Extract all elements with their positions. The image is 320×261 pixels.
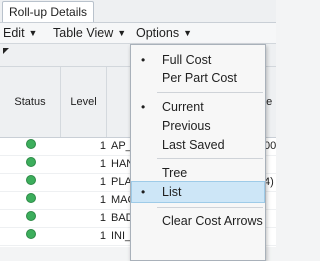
status-ok-icon bbox=[26, 192, 40, 209]
radio-bullet-icon: • bbox=[141, 185, 146, 199]
menu-item-label: Current bbox=[162, 100, 204, 114]
menu-item-label: Previous bbox=[162, 119, 211, 133]
level-cell: 1 bbox=[99, 176, 106, 188]
menu-edit[interactable]: Edit ▼ bbox=[3, 23, 37, 43]
radio-bullet-icon: • bbox=[141, 53, 146, 67]
chevron-down-icon: ▼ bbox=[117, 28, 127, 38]
menu-separator bbox=[157, 207, 263, 208]
menu-table-view-label: Table View bbox=[53, 26, 114, 40]
menu-item-tree[interactable]: Tree bbox=[132, 163, 264, 183]
menu-options-label: Options bbox=[136, 26, 180, 40]
menu-separator bbox=[157, 92, 263, 93]
menu-item-label: Full Cost bbox=[162, 53, 212, 67]
menu-item-label: List bbox=[162, 185, 182, 199]
level-cell: 1 bbox=[99, 212, 106, 224]
level-cell: 1 bbox=[99, 158, 106, 170]
column-header-level[interactable]: Level bbox=[61, 67, 107, 137]
level-cell: 1 bbox=[99, 194, 106, 206]
status-ok-icon bbox=[26, 138, 40, 155]
menu-item-per-part-cost[interactable]: Per Part Cost bbox=[132, 68, 264, 88]
chevron-down-icon: ▼ bbox=[28, 28, 38, 38]
menu-item-list[interactable]: • List bbox=[131, 181, 265, 203]
level-cell: 1 bbox=[99, 230, 106, 242]
tab-rollup-details[interactable]: Roll-up Details bbox=[2, 1, 95, 22]
menu-item-clear-cost-arrows[interactable]: Clear Cost Arrows bbox=[132, 211, 264, 231]
status-ok-icon bbox=[26, 210, 40, 227]
menu-item-full-cost[interactable]: • Full Cost bbox=[132, 50, 264, 70]
menu-item-current[interactable]: • Current bbox=[132, 97, 264, 117]
corner-triangle-icon bbox=[3, 48, 9, 54]
menu-item-last-saved[interactable]: Last Saved bbox=[132, 135, 264, 155]
menu-item-label: Last Saved bbox=[162, 138, 225, 152]
column-header-status[interactable]: Status bbox=[0, 67, 61, 137]
status-ok-icon bbox=[26, 228, 40, 245]
tab-bar: Roll-up Details bbox=[0, 0, 276, 23]
chevron-down-icon: ▼ bbox=[183, 28, 193, 38]
menu-item-previous[interactable]: Previous bbox=[132, 116, 264, 136]
menu-item-label: Tree bbox=[162, 166, 188, 180]
menu-item-label: Per Part Cost bbox=[162, 71, 238, 85]
status-ok-icon bbox=[26, 174, 40, 191]
menu-separator bbox=[157, 158, 263, 159]
level-cell: 1 bbox=[99, 140, 106, 152]
menu-options[interactable]: Options ▼ bbox=[136, 23, 192, 43]
menu-edit-label: Edit bbox=[3, 26, 25, 40]
status-ok-icon bbox=[26, 156, 40, 173]
radio-bullet-icon: • bbox=[141, 100, 146, 114]
menu-table-view[interactable]: Table View ▼ bbox=[53, 23, 126, 43]
options-dropdown-menu: • Full Cost Per Part Cost • Current Prev… bbox=[130, 44, 266, 261]
menu-item-label: Clear Cost Arrows bbox=[162, 214, 263, 228]
menu-bar: Edit ▼ Table View ▼ Options ▼ bbox=[0, 23, 276, 44]
